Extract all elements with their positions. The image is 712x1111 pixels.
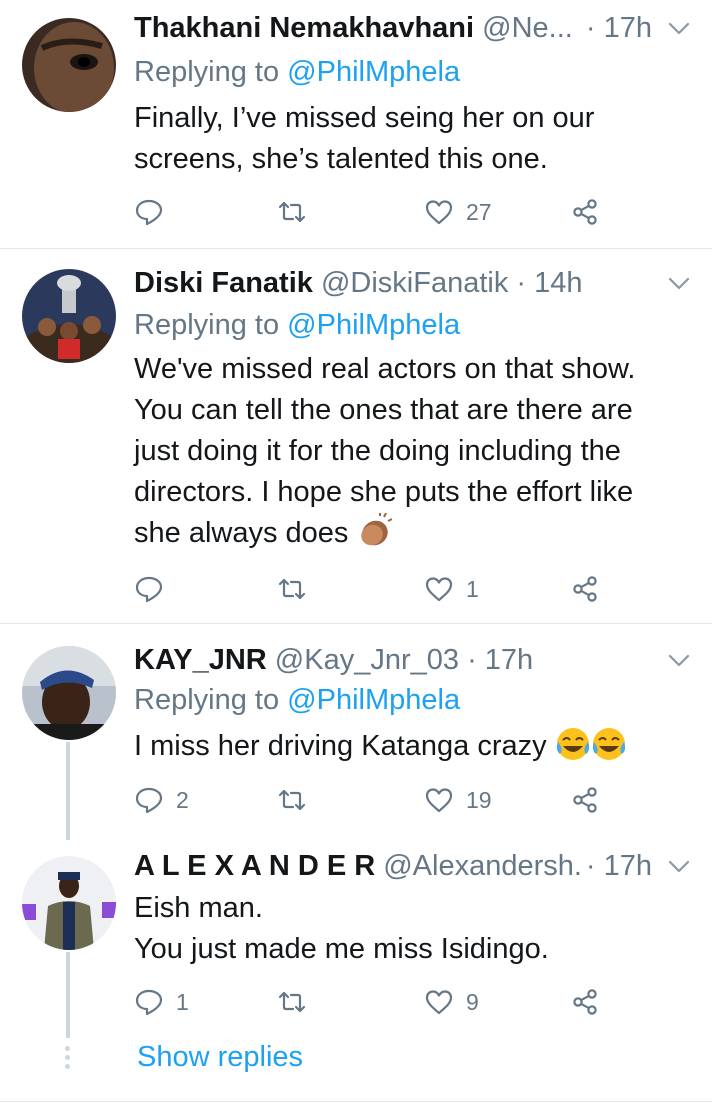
tweet-text: Finally, I’ve missed seing her on our sc…: [134, 102, 595, 175]
like-count: 9: [466, 988, 479, 1015]
reply-button[interactable]: [134, 569, 176, 609]
retweet-button[interactable]: [277, 982, 319, 1022]
like-icon: [424, 987, 454, 1017]
tweet[interactable]: Diski Fanatik @DiskiFanatik · 14h Replyi…: [0, 249, 712, 623]
timestamp[interactable]: · 17h: [467, 644, 533, 676]
like-button[interactable]: 9: [424, 982, 479, 1022]
replying-to-label: Replying to: [134, 684, 280, 716]
reply-count: 2: [176, 786, 189, 813]
tweet-text: Eish man. You just made me miss Isidingo…: [134, 892, 549, 965]
reply-button[interactable]: 1: [134, 982, 189, 1022]
reply-button[interactable]: [134, 192, 176, 232]
replying-to-label: Replying to: [134, 56, 280, 88]
reply-icon: [134, 987, 164, 1017]
replying-to-label: Replying to: [134, 309, 280, 341]
like-button[interactable]: 19: [424, 780, 492, 820]
reply-count: 1: [176, 988, 189, 1015]
tears-of-joy-emoji: [556, 728, 589, 760]
tweet-actions: 1 9: [134, 982, 614, 1022]
tweet-actions: 2 19: [134, 780, 614, 820]
divider: [0, 1101, 712, 1102]
replying-to: Replying to @PhilMphela: [134, 680, 460, 720]
share-button[interactable]: [570, 569, 600, 609]
tweet[interactable]: KAY_JNR @Kay_Jnr_03 · 17h Replying to @P…: [0, 624, 712, 840]
tweet-actions: 27: [134, 192, 614, 232]
retweet-icon: [277, 574, 307, 604]
share-button[interactable]: [570, 192, 600, 232]
timestamp[interactable]: · 17h: [579, 846, 652, 886]
avatar[interactable]: [22, 18, 116, 112]
retweet-button[interactable]: [277, 780, 319, 820]
reply-icon: [134, 785, 164, 815]
retweet-button[interactable]: [277, 569, 319, 609]
timestamp[interactable]: · 17h: [579, 8, 652, 48]
like-count: 19: [466, 786, 492, 813]
chevron-down-icon[interactable]: [668, 654, 690, 668]
user-name[interactable]: KAY_JNR: [134, 644, 267, 676]
user-name[interactable]: Diski Fanatik: [134, 267, 313, 299]
tears-of-joy-emoji: [592, 728, 625, 760]
timestamp[interactable]: · 14h: [516, 267, 582, 299]
user-name[interactable]: A L E X A N D E R: [134, 850, 375, 882]
tweet-text: We've missed real actors on that show. Y…: [134, 349, 672, 554]
like-icon: [424, 197, 454, 227]
replying-to: Replying to @PhilMphela: [134, 52, 460, 92]
thread-dots: [65, 1046, 71, 1073]
share-icon: [570, 574, 600, 604]
user-handle[interactable]: @DiskiFanatik: [321, 267, 508, 299]
clapping-hands-emoji: [361, 513, 393, 546]
tweet[interactable]: Thakhani Nemakhavhani @Ne... · 17h Reply…: [0, 0, 712, 248]
like-icon: [424, 785, 454, 815]
tweet-text: I miss her driving Katanga crazy: [134, 726, 672, 767]
retweet-button[interactable]: [277, 192, 319, 232]
avatar[interactable]: [22, 646, 116, 740]
reply-icon: [134, 574, 164, 604]
avatar[interactable]: [22, 269, 116, 363]
user-handle[interactable]: @Ne...: [482, 12, 573, 44]
chevron-down-icon[interactable]: [668, 277, 690, 291]
like-icon: [424, 574, 454, 604]
retweet-icon: [277, 197, 307, 227]
retweet-icon: [277, 987, 307, 1017]
retweet-icon: [277, 785, 307, 815]
user-handle[interactable]: @Kay_Jnr_03: [275, 644, 459, 676]
chevron-down-icon[interactable]: [668, 22, 690, 36]
tweet[interactable]: A L E X A N D E R @Alexandersh... · 17h …: [0, 840, 712, 1030]
show-replies-link[interactable]: Show replies: [137, 1041, 303, 1074]
share-icon: [570, 987, 600, 1017]
tweet-text-content: I miss her driving Katanga crazy: [134, 730, 547, 762]
replying-to: Replying to @PhilMphela: [134, 305, 460, 345]
user-handle[interactable]: @Alexandersh...: [383, 850, 598, 882]
avatar[interactable]: [22, 856, 116, 950]
replying-to-handle[interactable]: @PhilMphela: [287, 684, 460, 716]
user-name[interactable]: Thakhani Nemakhavhani: [134, 12, 474, 44]
chevron-down-icon[interactable]: [668, 860, 690, 874]
replying-to-handle[interactable]: @PhilMphela: [287, 309, 460, 341]
replying-to-handle[interactable]: @PhilMphela: [287, 56, 460, 88]
reply-icon: [134, 197, 164, 227]
share-button[interactable]: [570, 780, 600, 820]
like-count: 1: [466, 575, 479, 602]
share-icon: [570, 785, 600, 815]
like-count: 27: [466, 198, 492, 225]
tweet-actions: 1: [134, 569, 614, 609]
reply-button[interactable]: 2: [134, 780, 189, 820]
like-button[interactable]: 1: [424, 569, 479, 609]
like-button[interactable]: 27: [424, 192, 492, 232]
share-button[interactable]: [570, 982, 600, 1022]
share-icon: [570, 197, 600, 227]
